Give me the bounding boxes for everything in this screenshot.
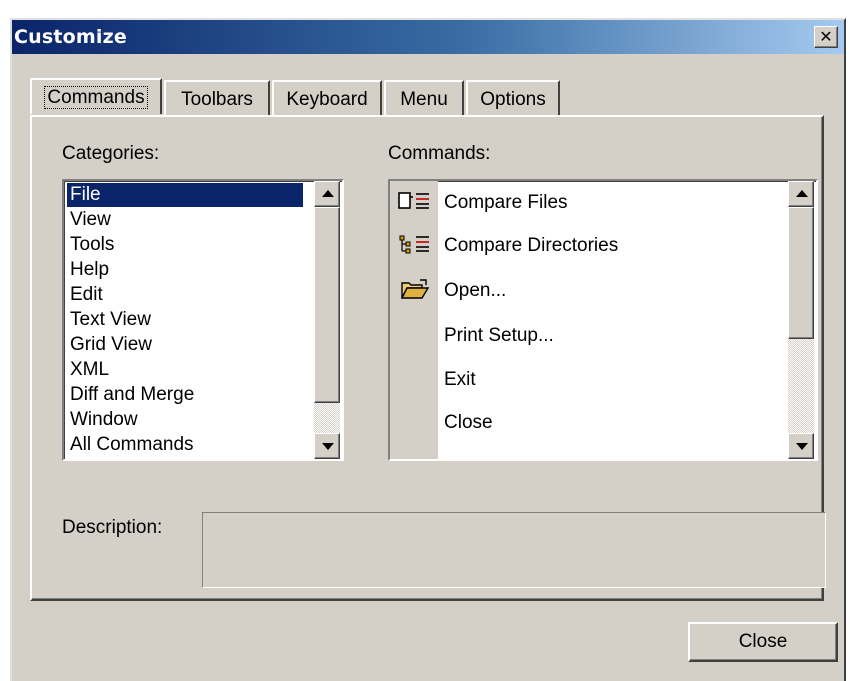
scroll-up-button[interactable]: [788, 181, 814, 207]
compare-files-icon: [398, 192, 429, 209]
tab-options[interactable]: Options: [466, 80, 560, 116]
customize-dialog: Customize ✕ Commands Toolbars Keyboard M…: [10, 18, 846, 681]
command-item-compare-directories[interactable]: Compare Directories: [390, 224, 788, 268]
tab-commands[interactable]: Commands: [30, 78, 162, 114]
tab-options-label: Options: [480, 89, 546, 110]
categories-scrollbar[interactable]: [314, 181, 340, 459]
category-item-grid-view[interactable]: Grid View: [67, 333, 152, 357]
commands-label: Commands:: [388, 143, 491, 164]
description-label: Description:: [62, 517, 163, 538]
command-item-compare-files[interactable]: Compare Files: [390, 181, 788, 225]
scroll-thumb[interactable]: [314, 207, 340, 403]
scroll-down-button[interactable]: [788, 433, 814, 459]
tab-keyboard-label: Keyboard: [286, 89, 368, 110]
category-item-edit[interactable]: Edit: [67, 283, 103, 307]
arrow-up-icon: [796, 190, 808, 197]
command-item-close[interactable]: Close: [390, 401, 788, 445]
commands-scrollbar[interactable]: [788, 181, 814, 459]
command-item-print-setup[interactable]: Print Setup...: [390, 314, 788, 358]
tab-toolbars-label: Toolbars: [181, 89, 253, 110]
arrow-down-icon: [796, 443, 808, 450]
category-item-text-view[interactable]: Text View: [67, 308, 151, 332]
command-item-exit[interactable]: Exit: [390, 358, 788, 402]
tab-commands-label: Commands: [44, 86, 148, 109]
command-label: Compare Directories: [444, 235, 619, 256]
command-label: Print Setup...: [444, 325, 554, 346]
tab-toolbars[interactable]: Toolbars: [164, 80, 270, 116]
scroll-thumb[interactable]: [788, 207, 814, 339]
command-label: Open...: [444, 280, 507, 301]
command-label: Close: [444, 412, 493, 433]
category-item-xml[interactable]: XML: [67, 358, 109, 382]
command-label: Compare Files: [444, 192, 568, 213]
open-folder-icon: [400, 279, 430, 299]
category-item-help[interactable]: Help: [67, 258, 109, 282]
commands-listbox[interactable]: Compare Files Compare Directories Open..…: [388, 179, 818, 461]
category-item-tools[interactable]: Tools: [67, 233, 114, 257]
command-label: Exit: [444, 369, 476, 390]
categories-listbox[interactable]: File View Tools Help Edit Text View Grid…: [62, 179, 344, 461]
tab-panel: Categories: File View Tools Help Edit Te…: [30, 115, 826, 601]
command-item-open[interactable]: Open...: [390, 269, 788, 313]
category-item-view[interactable]: View: [67, 208, 111, 232]
tab-menu-label: Menu: [400, 89, 448, 110]
close-button[interactable]: Close: [688, 622, 838, 662]
category-item-window[interactable]: Window: [67, 408, 138, 432]
arrow-down-icon: [322, 443, 334, 450]
scroll-down-button[interactable]: [314, 433, 340, 459]
scroll-up-button[interactable]: [314, 181, 340, 207]
tab-keyboard[interactable]: Keyboard: [272, 80, 382, 116]
category-item-file[interactable]: File: [67, 183, 303, 207]
category-item-diff-and-merge[interactable]: Diff and Merge: [67, 383, 194, 407]
description-box: [202, 512, 826, 588]
arrow-up-icon: [322, 190, 334, 197]
dialog-title: Customize: [14, 26, 127, 48]
category-item-all-commands[interactable]: All Commands: [67, 433, 194, 457]
tab-menu[interactable]: Menu: [384, 80, 464, 116]
compare-directories-icon: [399, 235, 429, 254]
close-icon[interactable]: ✕: [814, 26, 838, 48]
title-bar[interactable]: Customize ✕: [12, 20, 844, 54]
categories-label: Categories:: [62, 143, 160, 164]
